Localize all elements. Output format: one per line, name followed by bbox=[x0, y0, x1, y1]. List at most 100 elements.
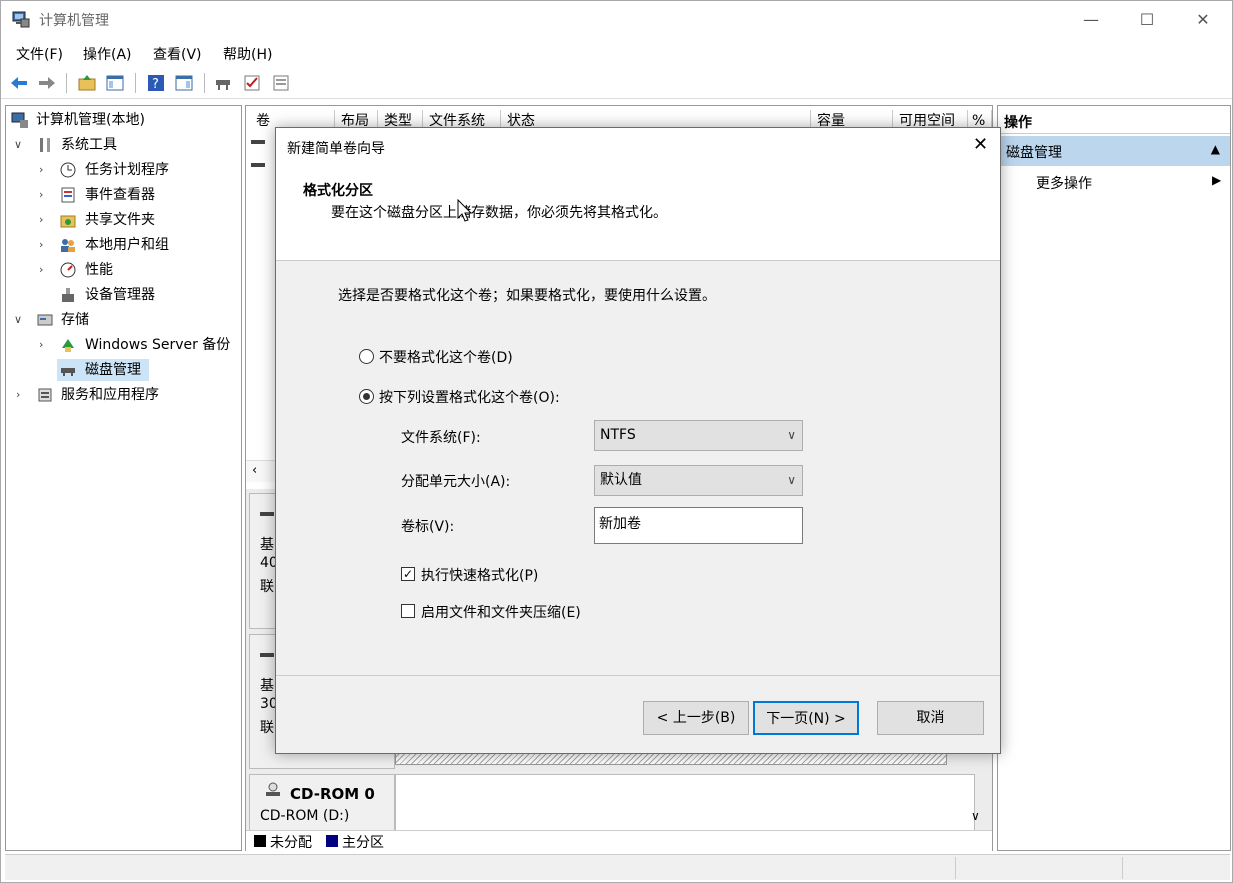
format-prompt: 选择是否要格式化这个卷；如果要格式化，要使用什么设置。 bbox=[338, 288, 716, 304]
chevron-right-icon[interactable]: › bbox=[16, 388, 20, 401]
checkbox-quick-format[interactable]: ✓ bbox=[401, 567, 415, 581]
actions-section-label: 磁盘管理 bbox=[1006, 145, 1062, 161]
cancel-button[interactable]: 取消 bbox=[877, 701, 984, 735]
scroll-left-icon[interactable]: ‹ bbox=[252, 463, 257, 478]
svg-text:?: ? bbox=[152, 77, 159, 92]
checkbox-compression[interactable] bbox=[401, 604, 415, 618]
tools-icon bbox=[40, 138, 50, 152]
show-action-pane-icon[interactable] bbox=[174, 73, 194, 93]
filesystem-value: NTFS bbox=[600, 427, 636, 443]
disk-icon bbox=[260, 512, 274, 516]
tree-windows-backup[interactable]: Windows Server 备份 bbox=[85, 335, 230, 355]
actions-pane: 操作 磁盘管理 ▲ 更多操作 ▶ bbox=[997, 105, 1231, 851]
chevron-right-icon[interactable]: › bbox=[39, 188, 43, 201]
cdrom-icon bbox=[266, 782, 280, 796]
minimize-button[interactable]: — bbox=[1063, 1, 1119, 38]
more-actions[interactable]: 更多操作 bbox=[1036, 173, 1092, 193]
close-icon[interactable]: ✕ bbox=[973, 134, 988, 155]
back-arrow-icon[interactable] bbox=[9, 73, 29, 93]
properties-icon[interactable] bbox=[271, 73, 291, 93]
chevron-right-icon[interactable]: ▶ bbox=[1212, 173, 1221, 187]
label-compression[interactable]: 启用文件和文件夹压缩(E) bbox=[421, 602, 581, 622]
chevron-down-icon[interactable]: ∨ bbox=[14, 313, 22, 326]
menu-file[interactable]: 文件(F) bbox=[16, 44, 63, 64]
wizard-header: 新建简单卷向导 ✕ 格式化分区 要在这个磁盘分区上储存数据，你必须先将其格式化。 bbox=[276, 128, 1000, 261]
navigation-tree: 计算机管理(本地) ∨ 系统工具 › 任务计划程序 › 事件查看器 › 共享文件… bbox=[5, 105, 242, 851]
performance-icon bbox=[60, 262, 76, 278]
label-quick-format[interactable]: 执行快速格式化(P) bbox=[421, 565, 538, 585]
backup-icon bbox=[62, 339, 74, 352]
new-simple-volume-wizard: 新建简单卷向导 ✕ 格式化分区 要在这个磁盘分区上储存数据，你必须先将其格式化。… bbox=[275, 127, 1001, 754]
menu-help[interactable]: 帮助(H) bbox=[223, 44, 272, 64]
menu-action[interactable]: 操作(A) bbox=[83, 44, 132, 64]
tree-disk-management[interactable]: 磁盘管理 bbox=[85, 360, 141, 380]
volume-row-icon bbox=[251, 163, 265, 167]
chevron-right-icon[interactable]: › bbox=[39, 263, 43, 276]
computer-management-icon bbox=[11, 112, 28, 128]
back-button[interactable]: < 上一步(B) bbox=[643, 701, 749, 735]
volume-row-icon bbox=[251, 140, 265, 144]
connect-icon[interactable] bbox=[213, 73, 233, 93]
collapse-up-icon[interactable]: ▲ bbox=[1211, 142, 1220, 156]
cdrom-partition[interactable] bbox=[395, 774, 975, 834]
disk-2-status: 联 bbox=[260, 720, 274, 736]
chevron-down-icon: ∨ bbox=[787, 473, 796, 487]
tree-shared-folders[interactable]: 共享文件夹 bbox=[85, 210, 155, 230]
window-title: 计算机管理 bbox=[39, 13, 109, 29]
cdrom-info[interactable]: CD-ROM 0 CD-ROM (D:) bbox=[249, 774, 395, 834]
tree-root[interactable]: 计算机管理(本地) bbox=[36, 110, 145, 130]
legend-unallocated-swatch bbox=[254, 835, 266, 847]
chevron-down-icon: ∨ bbox=[787, 428, 796, 442]
label-no-format[interactable]: 不要格式化这个卷(D) bbox=[379, 347, 513, 367]
show-hide-tree-icon[interactable] bbox=[105, 73, 125, 93]
actions-section-disk-management[interactable]: 磁盘管理 ▲ bbox=[998, 136, 1230, 166]
label-format[interactable]: 按下列设置格式化这个卷(O): bbox=[379, 387, 560, 407]
cdrom-name: CD-ROM 0 bbox=[290, 785, 375, 803]
scroll-down-icon[interactable]: ∨ bbox=[971, 809, 980, 823]
tree-device-manager[interactable]: 设备管理器 bbox=[85, 285, 155, 305]
radio-format[interactable] bbox=[359, 389, 374, 404]
next-button[interactable]: 下一页(N) > bbox=[753, 701, 859, 735]
disk-1-status: 联 bbox=[260, 579, 274, 595]
close-button[interactable]: ✕ bbox=[1175, 1, 1231, 38]
tree-system-tools[interactable]: 系统工具 bbox=[61, 135, 117, 155]
chevron-down-icon[interactable]: ∨ bbox=[14, 138, 22, 151]
toolbar: ? bbox=[1, 69, 1232, 99]
chevron-right-icon[interactable]: › bbox=[39, 238, 43, 251]
filesystem-label: 文件系统(F): bbox=[401, 430, 481, 446]
allocation-select[interactable]: 默认值 ∨ bbox=[594, 465, 803, 496]
computer-management-icon bbox=[12, 11, 30, 28]
up-folder-icon[interactable] bbox=[77, 73, 97, 93]
menu-bar: 文件(F) 操作(A) 查看(V) 帮助(H) bbox=[1, 41, 1232, 65]
radio-no-format[interactable] bbox=[359, 349, 374, 364]
wizard-title: 新建简单卷向导 bbox=[287, 141, 385, 157]
legend-primary: 主分区 bbox=[342, 835, 384, 851]
tree-performance[interactable]: 性能 bbox=[85, 260, 113, 280]
users-icon bbox=[61, 239, 75, 252]
chevron-right-icon[interactable]: › bbox=[39, 213, 43, 226]
title-bar: 计算机管理 — ☐ ✕ bbox=[1, 1, 1232, 38]
filesystem-select[interactable]: NTFS ∨ bbox=[594, 420, 803, 451]
mouse-cursor-icon bbox=[457, 199, 473, 222]
actions-header: 操作 bbox=[998, 106, 1230, 134]
chevron-right-icon[interactable]: › bbox=[39, 338, 43, 351]
tree-storage[interactable]: 存储 bbox=[61, 310, 89, 330]
volume-label-input[interactable]: 新加卷 bbox=[594, 507, 803, 544]
maximize-button[interactable]: ☐ bbox=[1119, 1, 1175, 38]
forward-arrow-icon[interactable] bbox=[37, 73, 57, 93]
tree-task-scheduler[interactable]: 任务计划程序 bbox=[85, 160, 169, 180]
help-icon[interactable]: ? bbox=[146, 73, 166, 93]
volume-label-label: 卷标(V): bbox=[401, 519, 455, 535]
page-subheading: 要在这个磁盘分区上储存数据，你必须先将其格式化。 bbox=[331, 205, 667, 221]
legend-bar: 未分配 主分区 bbox=[246, 830, 992, 851]
chevron-right-icon[interactable]: › bbox=[39, 163, 43, 176]
allocation-label: 分配单元大小(A): bbox=[401, 474, 511, 490]
legend-unallocated: 未分配 bbox=[270, 835, 312, 851]
disk-management-icon bbox=[61, 368, 75, 376]
tree-event-viewer[interactable]: 事件查看器 bbox=[85, 185, 155, 205]
tree-local-users[interactable]: 本地用户和组 bbox=[85, 235, 169, 255]
tree-services-apps[interactable]: 服务和应用程序 bbox=[61, 385, 159, 405]
disk-2-type: 基 bbox=[260, 678, 274, 694]
menu-view[interactable]: 查看(V) bbox=[153, 44, 202, 64]
checklist-icon[interactable] bbox=[242, 73, 262, 93]
